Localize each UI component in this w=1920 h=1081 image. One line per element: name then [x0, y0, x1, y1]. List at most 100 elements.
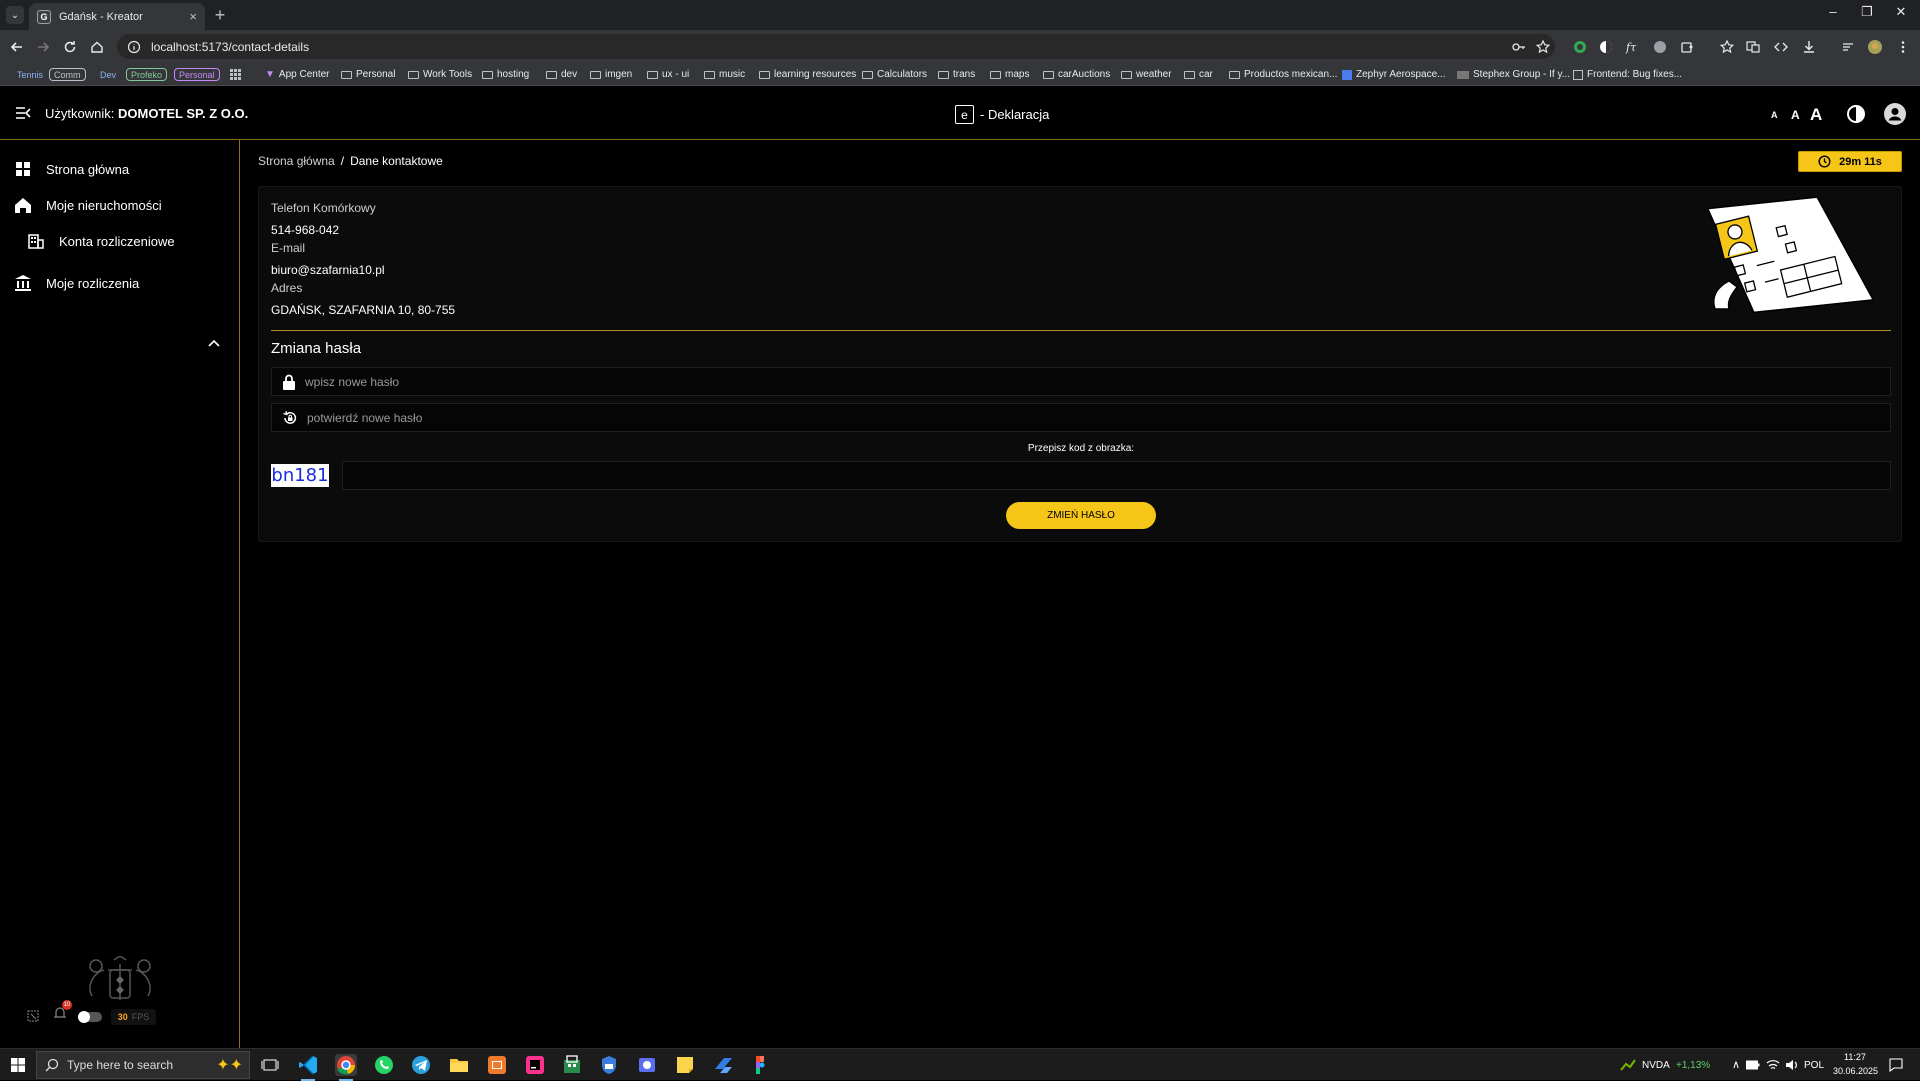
vscode-app-icon[interactable] [297, 1054, 319, 1081]
extension-green-icon[interactable] [1572, 39, 1588, 55]
bookmark-folder[interactable]: weather [1121, 67, 1172, 82]
back-arrow-icon[interactable] [8, 38, 26, 56]
sticky-notes-app-icon[interactable] [674, 1054, 696, 1076]
font-size-medium-button[interactable]: A [1791, 108, 1800, 122]
breadcrumb-home-link[interactable]: Strona główna [258, 154, 335, 168]
home-icon[interactable] [88, 38, 106, 56]
captcha-field[interactable] [342, 461, 1891, 490]
feedback-icon[interactable] [27, 1010, 39, 1022]
translate-icon[interactable] [1745, 39, 1761, 55]
task-view-icon[interactable] [260, 1055, 282, 1077]
input-language[interactable]: POL [1804, 1060, 1824, 1071]
bookmark-folder[interactable]: Personal [341, 67, 395, 82]
sidebar-item-home[interactable]: Strona główna [14, 157, 129, 181]
confirm-password-input[interactable] [307, 410, 1807, 425]
bookmark-app-center[interactable]: ▼ App Center [265, 67, 330, 82]
font-size-small-button[interactable]: A [1771, 110, 1778, 120]
nvidia-stock-icon[interactable] [1620, 1058, 1636, 1072]
whatsapp-app-icon[interactable] [373, 1054, 395, 1076]
user-account-icon[interactable] [1884, 103, 1906, 125]
sidebar-item-billing-accounts[interactable]: Konta rozliczeniowe [27, 229, 175, 253]
bookmark-folder[interactable]: Work Tools [408, 67, 472, 82]
bookmark-folder[interactable]: imgen [590, 67, 632, 82]
chevron-up-icon[interactable] [208, 339, 220, 347]
chrome-app-icon[interactable] [335, 1054, 357, 1081]
window-close-icon[interactable]: ✕ [1886, 4, 1916, 20]
browser-menu-icon[interactable] [1895, 39, 1911, 55]
tab-close-icon[interactable]: × [189, 9, 197, 24]
sidebar-item-settlements[interactable]: Moje rozliczenia [14, 271, 139, 295]
battery-icon[interactable] [1746, 1060, 1760, 1070]
password-key-icon[interactable] [1511, 39, 1527, 55]
clock-time[interactable]: 11:27 [1844, 1052, 1866, 1062]
font-size-large-button[interactable]: A [1810, 105, 1822, 125]
restore-icon[interactable]: ❐ [1852, 4, 1882, 20]
reading-list-icon[interactable] [1841, 39, 1857, 55]
power-automate-app-icon[interactable] [712, 1054, 734, 1076]
extension-function-icon[interactable]: fτ [1624, 39, 1640, 55]
bookmark-chip-comm[interactable]: Comm [49, 67, 86, 82]
bookmark-folder[interactable]: carAuctions [1043, 67, 1110, 82]
extensions-puzzle-icon[interactable] [1679, 39, 1695, 55]
session-timer[interactable]: 29m 11s [1798, 151, 1902, 172]
bookmark-folder[interactable]: car [1184, 67, 1213, 82]
bookmark-folder[interactable]: trans [938, 67, 975, 82]
new-password-input[interactable] [305, 374, 1805, 389]
taskbar-search[interactable]: Type here to search ✦✦ [36, 1051, 250, 1079]
forward-arrow-icon[interactable] [34, 38, 52, 56]
sublime-app-icon[interactable] [486, 1054, 508, 1076]
reload-icon[interactable] [61, 38, 79, 56]
extension-globe-icon[interactable] [1652, 39, 1668, 55]
bookmark-star-icon[interactable] [1535, 39, 1551, 55]
bookmark-chip-personal[interactable]: Personal [174, 67, 220, 82]
notification-center-icon[interactable] [1889, 1058, 1903, 1072]
contrast-toggle-icon[interactable] [1846, 104, 1866, 124]
security-shield-app-icon[interactable] [598, 1054, 620, 1076]
extension-circle-icon[interactable] [1598, 39, 1614, 55]
bookmark-folder[interactable]: music [704, 67, 745, 82]
wifi-icon[interactable] [1766, 1059, 1780, 1071]
profile-avatar-icon[interactable] [1867, 39, 1883, 55]
file-explorer-icon[interactable] [448, 1054, 470, 1076]
figma-app-icon[interactable] [749, 1054, 771, 1076]
apps-grid-icon[interactable] [230, 67, 241, 82]
new-password-field[interactable] [271, 367, 1891, 396]
sidebar-item-properties[interactable]: Moje nieruchomości [14, 193, 162, 217]
volume-icon[interactable] [1785, 1059, 1799, 1071]
messenger-app-icon[interactable] [636, 1054, 658, 1076]
address-bar[interactable]: localhost:5173/contact-details [117, 34, 1555, 59]
bookmark-folder[interactable]: dev [546, 67, 577, 82]
new-tab-plus-icon[interactable]: + [210, 5, 230, 26]
devtools-code-icon[interactable] [1773, 39, 1789, 55]
bookmark-folder[interactable]: learning resources [759, 67, 856, 82]
download-icon[interactable] [1801, 39, 1817, 55]
bookmark-chip-dev[interactable]: Dev [95, 67, 122, 82]
bookmark-folder[interactable]: ux - ui [647, 67, 689, 82]
app-brand[interactable]: e - Deklaracja [955, 105, 1049, 124]
telegram-app-icon[interactable] [410, 1054, 432, 1076]
store-app-icon[interactable] [561, 1054, 583, 1076]
confirm-password-field[interactable] [271, 403, 1891, 432]
change-password-button[interactable]: ZMIEŃ HASŁO [1006, 502, 1156, 529]
captcha-input[interactable] [343, 462, 1890, 489]
bookmark-frontend[interactable]: Frontend: Bug fixes... [1573, 67, 1682, 82]
bookmark-chip-profeko[interactable]: Profeko [126, 67, 168, 82]
bookmark-folder[interactable]: hosting [482, 67, 529, 82]
tab-list-chevron-icon[interactable]: ⌄ [6, 6, 24, 24]
bookmark-folder[interactable]: maps [990, 67, 1029, 82]
debug-toggle-switch[interactable] [78, 1011, 102, 1023]
bookmark-folder[interactable]: Productos mexican... [1229, 67, 1337, 82]
notifications-bell-icon[interactable]: 10 [53, 1000, 72, 1020]
bookmark-stephex[interactable]: Stephex Group - If y... [1457, 67, 1570, 82]
jetbrains-app-icon[interactable] [524, 1054, 546, 1076]
bookmark-folder[interactable]: Calculators [862, 67, 927, 82]
bookmark-chip-tennis[interactable]: Tennis [12, 67, 49, 82]
clock-date[interactable]: 30.06.2025 [1833, 1066, 1878, 1076]
browser-tab-active[interactable]: G Gdańsk - Kreator × [29, 3, 205, 30]
menu-collapse-icon[interactable] [15, 106, 31, 120]
favorites-icon[interactable] [1719, 39, 1735, 55]
windows-start-icon[interactable] [11, 1058, 25, 1072]
tray-overflow-chevron-icon[interactable]: ∧ [1732, 1058, 1740, 1071]
minimize-icon[interactable]: – [1818, 4, 1848, 19]
site-info-icon[interactable] [127, 40, 141, 54]
